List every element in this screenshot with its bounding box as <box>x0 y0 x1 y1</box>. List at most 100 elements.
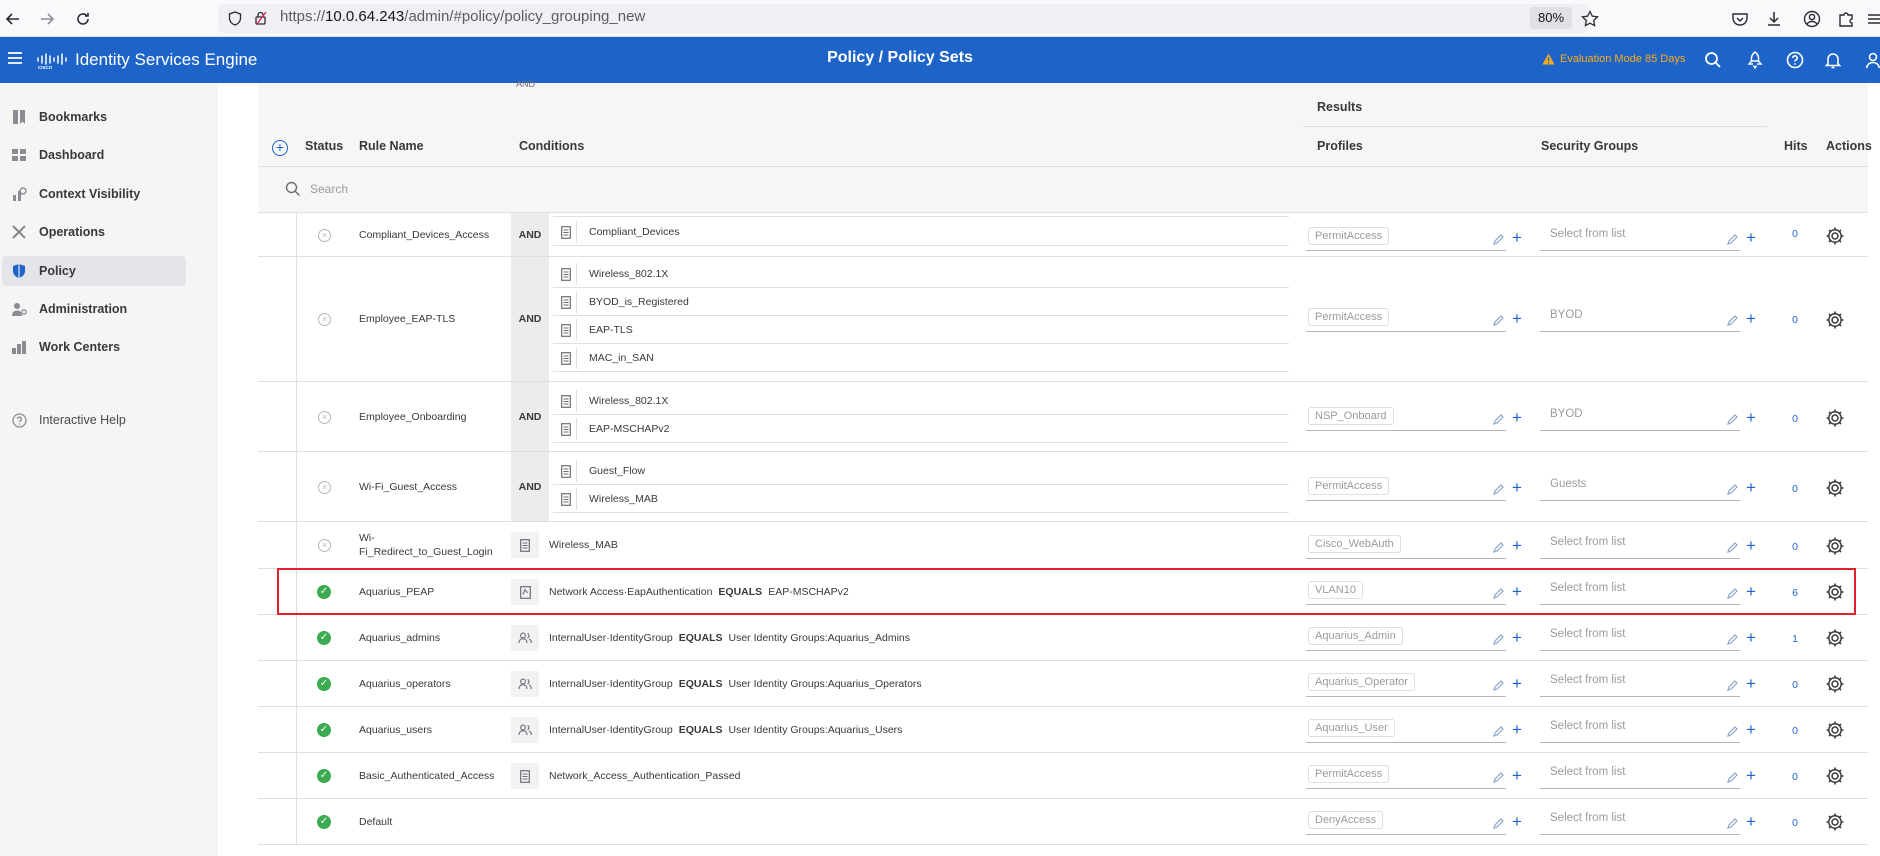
status-enabled-icon[interactable]: ✓ <box>317 723 331 737</box>
condition-line[interactable]: Wireless_802.1X <box>553 388 1289 415</box>
bookmark-star-button[interactable] <box>1578 7 1602 31</box>
status-enabled-icon[interactable]: ✓ <box>317 585 331 599</box>
status-disabled-icon[interactable]: × <box>318 411 331 424</box>
status-enabled-icon[interactable]: ✓ <box>317 631 331 645</box>
add-security-group-button[interactable]: + <box>1744 409 1758 426</box>
condition-line[interactable]: InternalUser·IdentityGroup EQUALS User I… <box>511 717 1151 743</box>
hits-count[interactable]: 0 <box>1785 725 1805 737</box>
add-profile-button[interactable]: + <box>1510 229 1524 246</box>
status-enabled-icon[interactable]: ✓ <box>317 815 331 829</box>
user-button[interactable] <box>1862 49 1880 71</box>
search-button[interactable] <box>1702 49 1724 71</box>
security-group-field[interactable]: Select from list <box>1540 671 1740 697</box>
pencil-icon[interactable] <box>1726 587 1739 600</box>
pencil-icon[interactable] <box>1726 314 1739 327</box>
pencil-icon[interactable] <box>1726 483 1739 496</box>
account-button[interactable] <box>1800 7 1824 31</box>
add-security-group-button[interactable]: + <box>1744 813 1758 830</box>
profile-field[interactable]: DenyAccess <box>1306 809 1506 835</box>
add-profile-button[interactable]: + <box>1510 409 1524 426</box>
security-group-field[interactable]: BYOD <box>1540 306 1740 332</box>
rule-name[interactable]: Wi- Fi_Redirect_to_Guest_Login <box>359 531 499 559</box>
gear-icon[interactable] <box>1825 628 1845 648</box>
profile-field[interactable]: PermitAccess <box>1306 306 1506 332</box>
status-disabled-icon[interactable]: × <box>318 313 331 326</box>
rule-name[interactable]: Aquarius_users <box>359 723 499 737</box>
add-rule-button[interactable]: + <box>272 140 288 156</box>
gear-icon[interactable] <box>1825 720 1845 740</box>
add-profile-button[interactable]: + <box>1510 721 1524 738</box>
sidebar-item-dashboard[interactable]: Dashboard <box>2 140 186 170</box>
add-security-group-button[interactable]: + <box>1744 629 1758 646</box>
add-profile-button[interactable]: + <box>1510 813 1524 830</box>
rule-name[interactable]: Aquarius_PEAP <box>359 585 499 599</box>
rule-name[interactable]: Aquarius_operators <box>359 677 499 691</box>
gear-icon[interactable] <box>1825 310 1845 330</box>
search-input[interactable]: Search <box>310 182 348 196</box>
pencil-icon[interactable] <box>1726 817 1739 830</box>
rule-name[interactable]: Employee_Onboarding <box>359 410 499 424</box>
condition-line[interactable]: BYOD_is_Registered <box>553 289 1289 316</box>
pencil-icon[interactable] <box>1492 633 1505 646</box>
gear-icon[interactable] <box>1825 478 1845 498</box>
sidebar-item-interactive-help[interactable]: Interactive Help <box>2 405 186 435</box>
condition-line[interactable]: InternalUser·IdentityGroup EQUALS User I… <box>511 625 1151 651</box>
sidebar-item-context-visibility[interactable]: Context Visibility <box>2 179 186 209</box>
status-enabled-icon[interactable]: ✓ <box>317 677 331 691</box>
rule-name[interactable]: Default <box>359 815 499 829</box>
gear-icon[interactable] <box>1825 408 1845 428</box>
sidebar-item-administration[interactable]: Administration <box>2 294 186 324</box>
add-profile-button[interactable]: + <box>1510 675 1524 692</box>
security-group-field[interactable]: Select from list <box>1540 533 1740 559</box>
security-group-field[interactable]: Select from list <box>1540 625 1740 651</box>
condition-line[interactable]: Network Access·EapAuthentication EQUALS … <box>511 579 1151 605</box>
interactive-features-button[interactable] <box>1744 49 1766 71</box>
pencil-icon[interactable] <box>1492 483 1505 496</box>
gear-icon[interactable] <box>1825 582 1845 602</box>
add-profile-button[interactable]: + <box>1510 629 1524 646</box>
pencil-icon[interactable] <box>1726 633 1739 646</box>
menu-button[interactable] <box>1862 7 1880 31</box>
security-group-field[interactable]: Select from list <box>1540 809 1740 835</box>
rule-name[interactable]: Compliant_Devices_Access <box>359 228 499 242</box>
security-group-field[interactable]: Select from list <box>1540 717 1740 743</box>
security-group-field[interactable]: Select from list <box>1540 225 1740 251</box>
add-profile-button[interactable]: + <box>1510 767 1524 784</box>
pencil-icon[interactable] <box>1726 725 1739 738</box>
pocket-button[interactable] <box>1728 7 1752 31</box>
add-profile-button[interactable]: + <box>1510 310 1524 327</box>
condition-line[interactable]: Wireless_MAB <box>553 486 1289 513</box>
security-group-field[interactable]: Select from list <box>1540 763 1740 789</box>
profile-field[interactable]: Aquarius_Operator <box>1306 671 1506 697</box>
profile-field[interactable]: PermitAccess <box>1306 225 1506 251</box>
profile-field[interactable]: Aquarius_User <box>1306 717 1506 743</box>
hits-count[interactable]: 0 <box>1785 679 1805 691</box>
pencil-icon[interactable] <box>1492 679 1505 692</box>
hits-count[interactable]: 1 <box>1785 633 1805 645</box>
add-security-group-button[interactable]: + <box>1744 310 1758 327</box>
pencil-icon[interactable] <box>1726 233 1739 246</box>
pencil-icon[interactable] <box>1492 771 1505 784</box>
hits-count[interactable]: 0 <box>1785 413 1805 425</box>
nav-menu-button[interactable] <box>7 50 25 70</box>
status-disabled-icon[interactable]: × <box>318 229 331 242</box>
profile-field[interactable]: VLAN10 <box>1306 579 1506 605</box>
profile-field[interactable]: PermitAccess <box>1306 763 1506 789</box>
condition-line[interactable]: EAP-TLS <box>553 317 1289 344</box>
pencil-icon[interactable] <box>1492 314 1505 327</box>
hits-count[interactable]: 6 <box>1785 587 1805 599</box>
security-group-field[interactable]: Select from list <box>1540 579 1740 605</box>
add-profile-button[interactable]: + <box>1510 479 1524 496</box>
gear-icon[interactable] <box>1825 812 1845 832</box>
sidebar-item-policy[interactable]: Policy <box>2 256 186 286</box>
profile-field[interactable]: NSP_Onboard <box>1306 405 1506 431</box>
sidebar-item-operations[interactable]: Operations <box>2 217 186 247</box>
status-disabled-icon[interactable]: × <box>318 481 331 494</box>
notifications-button[interactable] <box>1822 49 1844 71</box>
downloads-button[interactable] <box>1762 7 1786 31</box>
evaluation-badge[interactable]: Evaluation Mode 85 Days <box>1542 53 1685 65</box>
condition-line[interactable]: Wireless_802.1X <box>553 261 1289 288</box>
status-disabled-icon[interactable]: × <box>318 539 331 552</box>
pencil-icon[interactable] <box>1726 413 1739 426</box>
help-button[interactable] <box>1784 49 1806 71</box>
